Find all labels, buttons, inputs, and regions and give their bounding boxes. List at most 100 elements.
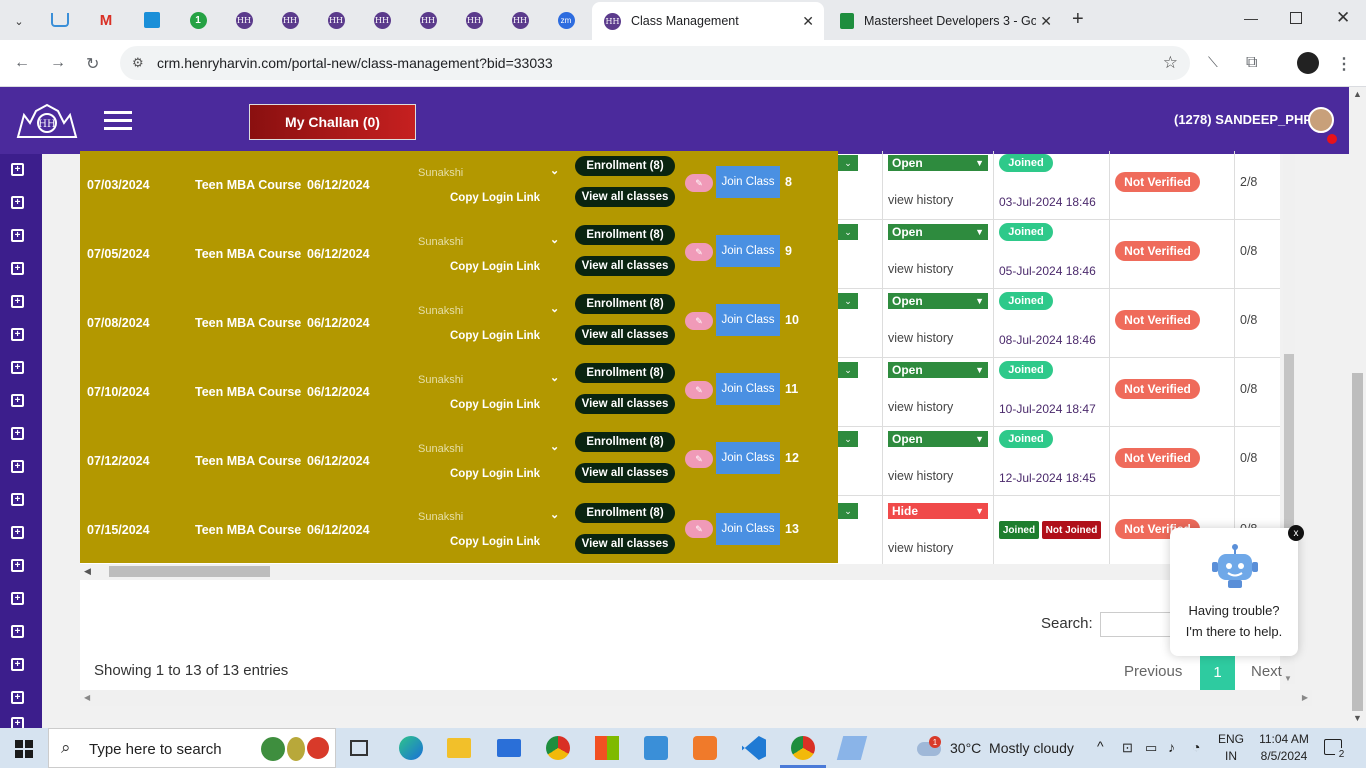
pinned-tab-hh-icon[interactable]: HH [278, 8, 302, 32]
pinned-tab-hh-icon[interactable]: HH [232, 8, 256, 32]
weather-text[interactable]: 30°C Mostly cloudy [950, 740, 1074, 756]
trainer-select[interactable]: Sunakshi [418, 167, 463, 179]
view-history-link[interactable]: view history [888, 193, 953, 207]
scroll-left-icon[interactable]: ◀ [84, 566, 91, 577]
enrollment-button[interactable]: Enrollment (8) [575, 432, 675, 452]
view-all-classes-button[interactable]: View all classes [575, 325, 675, 345]
tray-wifi-icon[interactable]: ◔ [1192, 739, 1200, 755]
tray-battery-icon[interactable]: ▭ [1145, 740, 1157, 756]
xampp-icon[interactable] [693, 736, 717, 760]
view-history-link[interactable]: view history [888, 469, 953, 483]
enrollment-button[interactable]: Enrollment (8) [575, 156, 675, 176]
store-icon[interactable] [595, 736, 619, 760]
sidebar-plus-icon[interactable]: + [11, 196, 24, 209]
edit-icon[interactable]: ✎ [685, 381, 713, 399]
pinned-tab-app-icon[interactable] [140, 8, 164, 32]
status-select-partial[interactable]: ⌄ [838, 293, 858, 309]
edit-icon[interactable]: ✎ [685, 174, 713, 192]
next-page-button[interactable]: Next [1251, 663, 1282, 680]
edit-icon[interactable]: ✎ [685, 312, 713, 330]
back-icon[interactable]: ← [14, 54, 30, 72]
scroll-down-icon[interactable]: ▼ [1353, 713, 1362, 723]
status-select[interactable]: Open ▼ [888, 431, 988, 447]
user-name[interactable]: (1278) SANDEEP_PHP [1174, 112, 1312, 127]
henry-harvin-logo[interactable]: HH [10, 97, 84, 143]
copy-login-link[interactable]: Copy Login Link [450, 192, 540, 204]
scroll-up-icon[interactable]: ▲ [1353, 89, 1362, 99]
enrollment-button[interactable]: Enrollment (8) [575, 225, 675, 245]
trainer-select[interactable]: Sunakshi [418, 374, 463, 386]
tray-chevron-icon[interactable]: ^ [1097, 738, 1104, 754]
sidebar-plus-icon[interactable]: + [11, 526, 24, 539]
sidebar-plus-icon[interactable]: + [11, 262, 24, 275]
wu-app-icon[interactable] [644, 736, 668, 760]
pinned-tab-wu-icon[interactable] [48, 8, 72, 32]
profile-icon[interactable] [1297, 52, 1319, 74]
status-select-partial[interactable]: ⌄ [838, 503, 858, 519]
sidebar-plus-icon[interactable]: + [11, 493, 24, 506]
status-select-partial[interactable]: ⌄ [838, 224, 858, 240]
minimize-icon[interactable]: — [1244, 10, 1258, 26]
notes-app-icon[interactable] [836, 736, 868, 760]
footer-scrollbar[interactable]: ◀ ▶ [80, 690, 1312, 706]
join-class-button[interactable]: Join Class [716, 373, 780, 405]
menu-kebab-icon[interactable]: ⋮ [1336, 54, 1352, 74]
tray-volume-icon[interactable]: ♪ [1168, 739, 1175, 755]
language-eng[interactable]: ENG [1218, 732, 1244, 746]
taskbar-search-box[interactable]: ⌕ Type here to search [48, 728, 336, 768]
status-select-partial[interactable]: ⌄ [838, 155, 858, 171]
copy-login-link[interactable]: Copy Login Link [450, 468, 540, 480]
close-tab-icon[interactable]: ✕ [802, 13, 814, 30]
restore-icon[interactable] [1290, 12, 1302, 24]
avatar[interactable] [1308, 107, 1334, 133]
view-history-link[interactable]: view history [888, 331, 953, 345]
status-select[interactable]: Open ▼ [888, 293, 988, 309]
copy-login-link[interactable]: Copy Login Link [450, 330, 540, 342]
sidebar-plus-icon[interactable]: + [11, 328, 24, 341]
windows-start-icon[interactable] [15, 740, 33, 758]
chevron-down-icon[interactable]: ⌄ [550, 233, 559, 246]
language-in[interactable]: IN [1225, 749, 1237, 763]
status-select[interactable]: Open ▼ [888, 224, 988, 240]
status-select[interactable]: Open ▼ [888, 155, 988, 171]
edit-icon[interactable]: ✎ [685, 243, 713, 261]
view-all-classes-button[interactable]: View all classes [575, 394, 675, 414]
close-tab-icon[interactable]: ✕ [1040, 13, 1052, 30]
join-class-button[interactable]: Join Class [716, 166, 780, 198]
sidebar-plus-icon[interactable]: + [11, 394, 24, 407]
chevron-down-icon[interactable]: ⌄ [550, 371, 559, 384]
puzzle-icon[interactable]: ⧉ [1246, 54, 1257, 72]
view-all-classes-button[interactable]: View all classes [575, 534, 675, 554]
forward-icon[interactable]: → [50, 54, 66, 72]
table-horizontal-scrollbar[interactable]: ◀ [80, 564, 1280, 580]
clock-time[interactable]: 11:04 AM [1254, 732, 1314, 746]
search-input[interactable] [1100, 612, 1180, 637]
scroll-thumb[interactable] [1352, 373, 1363, 711]
sidebar-plus-icon[interactable]: + [11, 559, 24, 572]
sidebar-plus-icon[interactable]: + [11, 460, 24, 473]
site-info-icon[interactable]: ⚙ [132, 55, 144, 71]
sidebar-plus-icon[interactable]: + [11, 427, 24, 440]
tab-class-management[interactable]: HH Class Management ✕ [592, 2, 824, 40]
hamburger-menu-icon[interactable] [104, 111, 132, 130]
new-tab-icon[interactable]: + [1072, 8, 1084, 31]
edge-icon[interactable] [399, 736, 423, 760]
mail-icon[interactable] [497, 739, 521, 757]
sidebar-plus-icon[interactable]: + [11, 625, 24, 638]
scroll-down-icon[interactable]: ▼ [1284, 674, 1292, 683]
join-class-button[interactable]: Join Class [716, 304, 780, 336]
sidebar-plus-icon[interactable]: + [11, 691, 24, 704]
sidebar-plus-icon[interactable]: + [11, 592, 24, 605]
pinned-tab-hh-icon[interactable]: HH [462, 8, 486, 32]
vscode-icon[interactable] [742, 736, 766, 760]
view-history-link[interactable]: view history [888, 541, 953, 555]
chat-close-button[interactable]: x [1288, 525, 1304, 541]
copy-login-link[interactable]: Copy Login Link [450, 261, 540, 273]
chevron-down-icon[interactable]: ⌄ [550, 302, 559, 315]
status-select-partial[interactable]: ⌄ [838, 431, 858, 447]
close-window-icon[interactable]: ✕ [1336, 8, 1350, 28]
chrome-active-icon[interactable] [791, 736, 815, 760]
help-chat-widget[interactable]: Having trouble? I'm there to help. [1170, 528, 1298, 656]
trainer-select[interactable]: Sunakshi [418, 443, 463, 455]
scroll-thumb[interactable] [1284, 354, 1294, 534]
